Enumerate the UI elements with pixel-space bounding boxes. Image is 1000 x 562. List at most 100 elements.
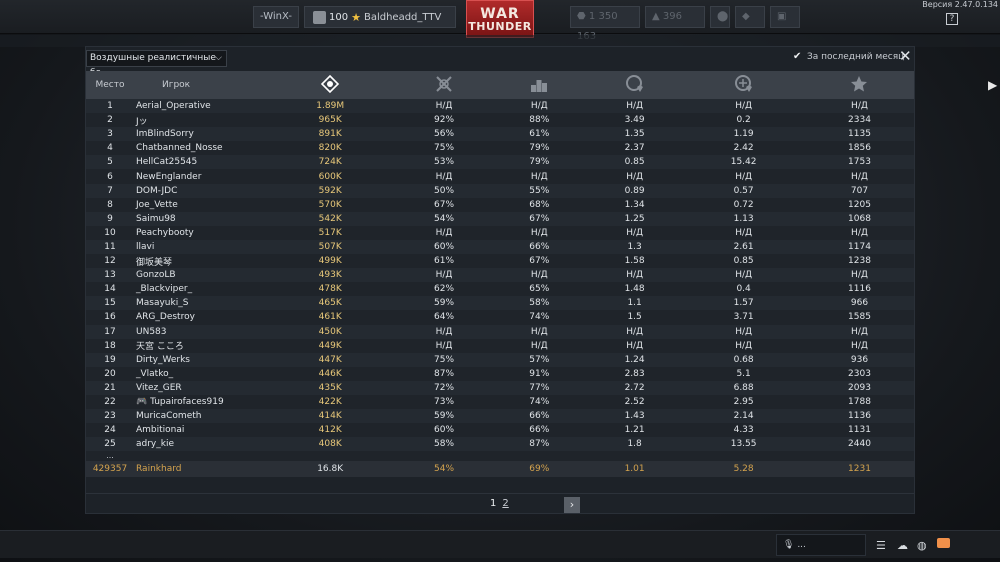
- cell-c3: 1.34: [624, 199, 645, 210]
- bonus-icon[interactable]: ▣: [770, 6, 800, 28]
- cell-score: 447K: [318, 354, 342, 365]
- cell-c5: Н/Д: [851, 326, 868, 337]
- cell-c2: Н/Д: [530, 340, 548, 351]
- my-cell-c1: 54%: [434, 464, 455, 475]
- cell-place: 24: [104, 425, 116, 436]
- table-row[interactable]: 24 Ambitionai 412K 60% 66% 1.21 4.33 1131: [86, 423, 914, 438]
- header-air-kills[interactable]: [682, 71, 805, 99]
- table-row[interactable]: 3 ImBlindSorry 891K 56% 61% 1.35 1.19 1135: [86, 127, 914, 142]
- header-victories[interactable]: [492, 71, 587, 99]
- cell-c4: 4.33: [733, 425, 754, 436]
- cell-c3: 1.48: [624, 284, 645, 295]
- cell-name: Joe_Vette: [136, 199, 178, 210]
- cell-place: 12: [104, 256, 116, 267]
- cell-place: 18: [104, 340, 116, 351]
- cell-c2: Н/Д: [530, 270, 548, 281]
- close-button[interactable]: ✕: [899, 49, 912, 64]
- voice-chat-label: ...: [797, 540, 806, 550]
- table-row[interactable]: 18 天宮 こころ 449K Н/Д Н/Д Н/Д Н/Д Н/Д: [86, 338, 914, 353]
- my-player-row[interactable]: 429357 Rainkhard 16.8K 54% 69% 1.01 5.28 1231: [86, 461, 914, 478]
- cell-c2: 77%: [529, 382, 550, 393]
- table-row[interactable]: 10 Peachybooty 517K Н/Д Н/Д Н/Д Н/Д Н/Д: [86, 225, 914, 240]
- voice-chat-field[interactable]: 🎙 ...: [776, 534, 866, 556]
- table-row[interactable]: 6 NewEnglander 600K Н/Д Н/Д Н/Д Н/Д Н/Д: [86, 169, 914, 184]
- table-row[interactable]: 23 MuricaCometh 414K 59% 66% 1.43 2.14 1136: [86, 409, 914, 424]
- table-row[interactable]: 16 ARG_Destroy 461K 64% 74% 1.5 3.71 1585: [86, 310, 914, 325]
- cell-name: llavi: [136, 241, 155, 252]
- cell-score: 517K: [318, 227, 342, 238]
- cell-c2: 74%: [529, 397, 550, 408]
- table-row[interactable]: 8 Joe_Vette 570K 67% 68% 1.34 0.72 1205: [86, 197, 914, 212]
- contacts-icon[interactable]: ☁: [897, 539, 908, 552]
- table-row[interactable]: 7 DOM-JDC 592K 50% 55% 0.89 0.57 707: [86, 183, 914, 198]
- table-row[interactable]: 14 _Blackviper_ 478K 62% 65% 1.48 0.4 1116: [86, 282, 914, 297]
- cell-c4: 2.42: [733, 143, 754, 154]
- eagles-value: 396: [662, 11, 682, 22]
- cell-c5: 1174: [848, 241, 871, 252]
- header-place[interactable]: Место: [86, 71, 134, 99]
- table-row[interactable]: 5 HellCat25545 724K 53% 79% 0.85 15.42 1753: [86, 155, 914, 170]
- cell-score: 592K: [318, 185, 342, 196]
- cell-c5: 707: [850, 185, 869, 196]
- page-current[interactable]: 1: [490, 498, 496, 509]
- cell-score: 965K: [318, 115, 342, 126]
- cell-c5: 1136: [848, 411, 871, 422]
- header-rating[interactable]: [805, 71, 914, 99]
- cell-c2: 66%: [529, 241, 550, 252]
- cell-c3: 1.5: [627, 312, 642, 323]
- mail-icon[interactable]: [937, 538, 950, 548]
- golden-eagles-balance[interactable]: ▲ 396: [645, 6, 705, 28]
- cell-c2: 55%: [529, 185, 550, 196]
- table-row[interactable]: 25 adry_kie 408K 58% 87% 1.8 13.55 2440: [86, 437, 914, 452]
- cell-c3: 3.49: [624, 115, 645, 126]
- crossed-swords-icon: [434, 74, 454, 94]
- table-row[interactable]: 20 _Vlatko_ 446K 87% 91% 2.83 5.1 2303: [86, 366, 914, 381]
- game-mode-select[interactable]: Воздушные реалистичные бо ⌵: [86, 50, 227, 78]
- page-2-link[interactable]: 2: [502, 498, 508, 509]
- cell-score: 891K: [318, 129, 342, 140]
- cell-c5: 2303: [848, 368, 871, 379]
- table-row[interactable]: 19 Dirty_Werks 447K 75% 57% 1.24 0.68 936: [86, 352, 914, 367]
- table-row[interactable]: 15 Masayuki_S 465K 59% 58% 1.1 1.57 966: [86, 296, 914, 311]
- cell-c1: 75%: [434, 354, 455, 365]
- game-logo[interactable]: WAR THUNDER: [466, 0, 534, 38]
- eagles-icon: ▲: [652, 11, 663, 22]
- table-row[interactable]: 22 🎮 Tupairofaces919 422K 73% 74% 2.52 2.95 178…: [86, 394, 914, 410]
- shop-icon[interactable]: ◆: [735, 6, 765, 28]
- table-row[interactable]: 13 GonzoLB 493K Н/Д Н/Д Н/Д Н/Д Н/Д: [86, 268, 914, 283]
- cell-c1: 53%: [434, 157, 455, 168]
- cell-place: 16: [104, 312, 116, 323]
- table-row[interactable]: 9 Saimu98 542K 54% 67% 1.25 1.13 1068: [86, 211, 914, 226]
- help-button[interactable]: ?: [946, 13, 958, 25]
- table-row[interactable]: 12 御坂美琴 499K 61% 67% 1.58 0.85 1238: [86, 254, 914, 269]
- table-row[interactable]: 21 Vitez_GER 435K 72% 77% 2.72 6.88 2093: [86, 380, 914, 395]
- cell-c4: 1.57: [733, 298, 754, 309]
- table-row[interactable]: 11 llavi 507K 60% 66% 1.3 2.61 1174: [86, 239, 914, 255]
- header-player[interactable]: Игрок: [134, 71, 264, 99]
- cell-c3: 1.24: [624, 354, 645, 365]
- cell-c2: Н/Д: [530, 326, 548, 337]
- header-kd[interactable]: [587, 71, 682, 99]
- silver-lions-balance[interactable]: ⬣ 1 350 163: [570, 6, 640, 42]
- cell-c2: 57%: [529, 354, 550, 365]
- chat-icon[interactable]: ◍: [917, 539, 927, 552]
- header-win-rate[interactable]: [396, 71, 491, 99]
- header-overall-rating[interactable]: [264, 71, 396, 99]
- checkbox-checked-icon[interactable]: ✔: [793, 52, 803, 62]
- research-icon[interactable]: ⬤: [710, 6, 730, 28]
- next-page-button[interactable]: ›: [564, 497, 580, 513]
- cell-c2: 74%: [529, 312, 550, 323]
- player-profile-button[interactable]: 100 ★ Baldheadd_TTV: [304, 6, 456, 28]
- squad-button[interactable]: -WinX-: [253, 6, 299, 28]
- table-row[interactable]: 17 UN583 450K Н/Д Н/Д Н/Д Н/Д Н/Д: [86, 324, 914, 339]
- list-icon[interactable]: ☰: [876, 539, 886, 552]
- cell-c4: 1.13: [733, 213, 754, 224]
- cell-c1: 87%: [434, 368, 455, 379]
- cell-c5: 1856: [848, 143, 871, 154]
- last-month-toggle[interactable]: ✔ За последний месяц: [793, 52, 904, 63]
- table-row[interactable]: 4 Chatbanned_Nosse 820K 75% 79% 2.37 2.42 1856: [86, 141, 914, 156]
- table-row[interactable]: 1 Aerial_Operative 1.89M Н/Д Н/Д Н/Д Н/Д Н/Д: [86, 99, 914, 114]
- cell-place: 11: [104, 241, 116, 252]
- cell-place: 5: [107, 157, 113, 168]
- table-row[interactable]: 2 Jッ 965K 92% 88% 3.49 0.2 2334: [86, 113, 914, 128]
